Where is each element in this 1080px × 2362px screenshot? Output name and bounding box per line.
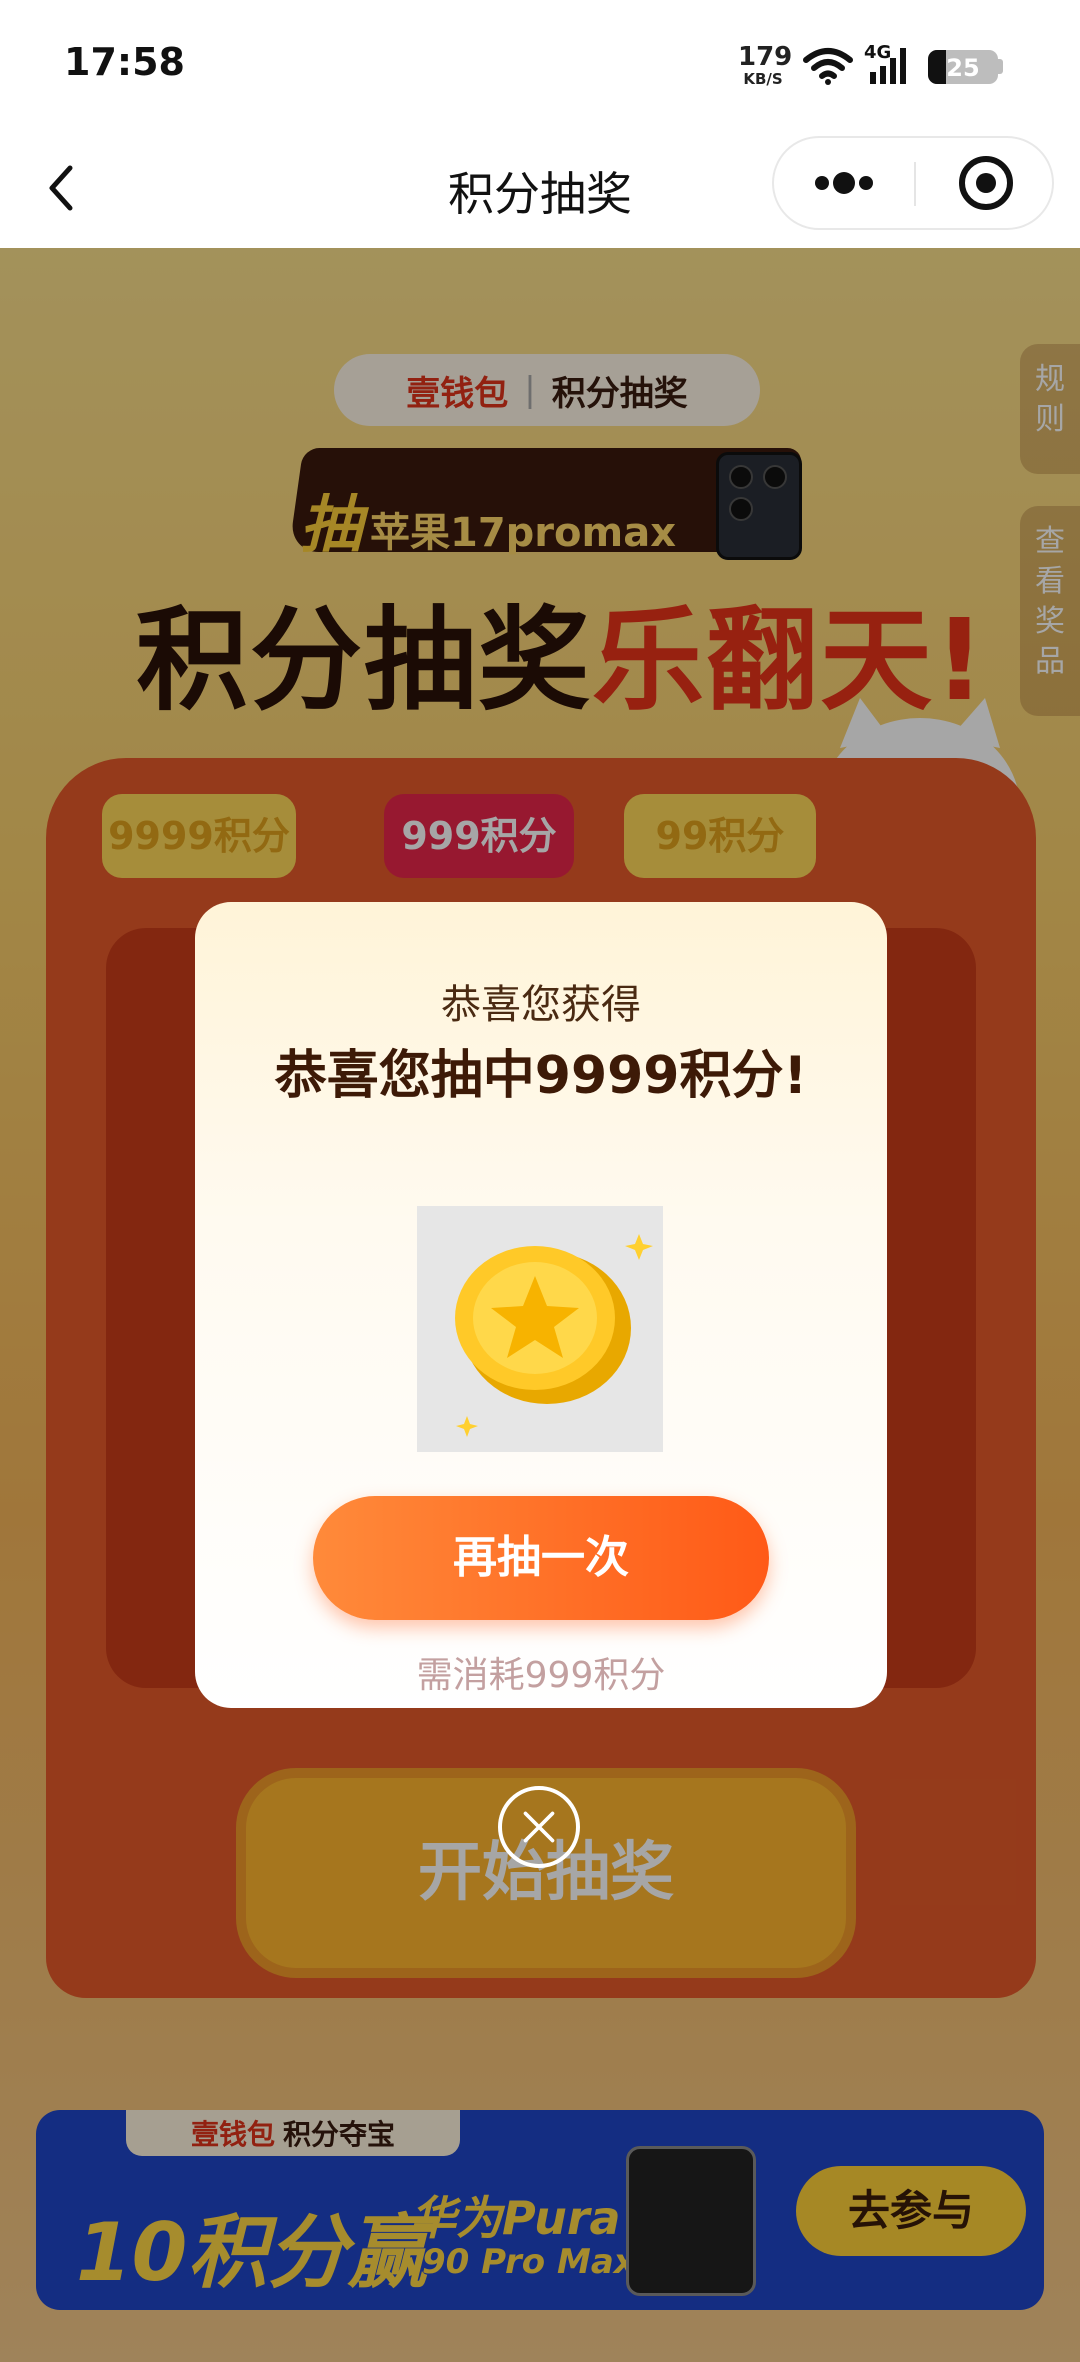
battery-level: 25 bbox=[946, 54, 980, 82]
status-bar: 17:58 179 KB/S 4G 25 bbox=[0, 0, 1080, 130]
status-time: 17:58 bbox=[64, 40, 185, 84]
network-speed-unit: KB/S bbox=[743, 70, 783, 88]
wifi-icon bbox=[803, 48, 853, 85]
draw-again-label: 再抽一次 bbox=[453, 1532, 629, 1583]
network-speed-value: 179 bbox=[738, 42, 793, 72]
dialog-subtitle: 恭喜您获得 bbox=[441, 982, 641, 1028]
close-x-circle-icon[interactable] bbox=[498, 1786, 580, 1868]
prize-image bbox=[417, 1206, 663, 1452]
battery-icon: 25 bbox=[928, 50, 998, 84]
mini-program-capsule bbox=[772, 136, 1054, 230]
more-dots-icon[interactable] bbox=[774, 138, 914, 228]
gold-star-coin-icon bbox=[455, 1234, 653, 1437]
battery-tip bbox=[998, 59, 1003, 74]
prize-result-dialog: 恭喜您获得 恭喜您抽中9999积分! 再抽一次 需消耗999积分 bbox=[195, 902, 887, 1708]
nav-bar: 积分抽奖 bbox=[0, 130, 1080, 248]
draw-again-button[interactable]: 再抽一次 bbox=[313, 1496, 769, 1620]
signal-bars-icon bbox=[870, 48, 906, 84]
cost-note: 需消耗999积分 bbox=[416, 1655, 666, 1696]
target-circle-icon[interactable] bbox=[916, 138, 1052, 228]
network-speed: 179 KB/S bbox=[738, 42, 793, 88]
dialog-title: 恭喜您抽中9999积分! bbox=[274, 1046, 808, 1106]
